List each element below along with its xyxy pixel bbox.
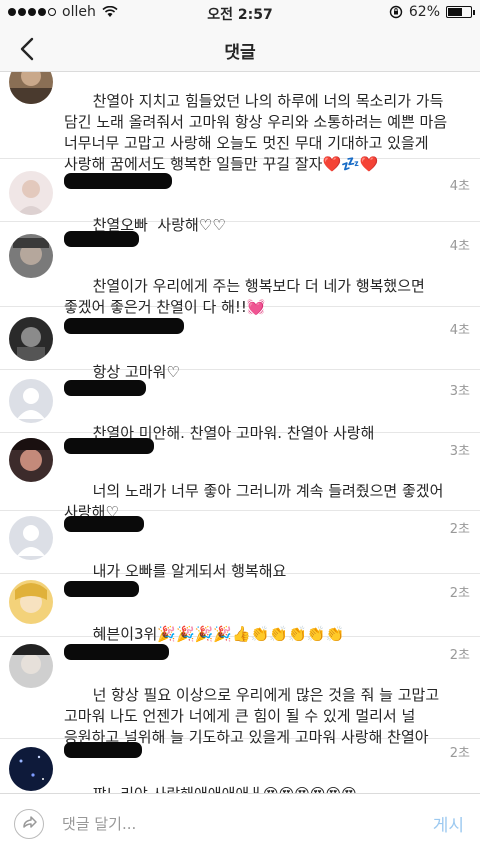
comment-text: 쨔뇨리야 사랑해애애애애ㅐ😍😍😍😍😍😍	[64, 763, 464, 793]
username-redacted[interactable]	[64, 438, 154, 454]
comment-time: 2초	[449, 746, 470, 761]
comment-item: 4초 찬열오빠 사랑해♡♡	[0, 160, 480, 234]
orientation-lock-icon	[389, 5, 403, 19]
comment-item: 3초 너의 노래가 너무 좋아 그러니까 계속 들려줬으면 좋겠어 사랑해♡	[0, 434, 480, 521]
page-title: 댓글	[224, 43, 256, 63]
comment-time: 3초	[449, 444, 470, 459]
comment-item: 2초 쨔뇨리야 사랑해애애애애ㅐ😍😍😍😍😍😍	[0, 740, 480, 793]
avatar[interactable]	[9, 317, 53, 361]
comment-time: 3초	[449, 384, 470, 399]
comment-body: 넌 항상 필요 이상으로 우리에게 많은 것을 줘 늘 고맙고 고마워 나도 언…	[64, 686, 444, 746]
battery-percent: 62%	[408, 4, 440, 20]
share-button[interactable]	[14, 809, 44, 839]
comment-time: 4초	[449, 179, 470, 194]
status-right: 62%	[389, 4, 475, 20]
comment-time: 4초	[449, 323, 470, 338]
avatar[interactable]	[9, 644, 53, 688]
comment-input[interactable]: 댓글 달기...	[62, 813, 136, 834]
nav-bar: 댓글	[0, 26, 480, 72]
share-arrow-icon	[23, 816, 37, 828]
comment-time: 4초	[449, 239, 470, 254]
comment-input-bar: 댓글 달기... 게시	[0, 793, 480, 853]
username-redacted[interactable]	[64, 173, 172, 189]
avatar[interactable]	[9, 379, 53, 423]
username-redacted[interactable]	[64, 581, 139, 597]
comment-time: 2초	[449, 522, 470, 537]
status-bar: olleh 오전 2:57 62%	[0, 0, 480, 26]
username-redacted[interactable]	[64, 742, 142, 758]
comment-list[interactable]: 찬열아 지치고 힘들었던 나의 하루에 너의 목소리가 가득 담긴 노래 올려줘…	[0, 72, 480, 793]
avatar[interactable]	[9, 234, 53, 278]
comment-emoji: 😍😍😍😍😍😍	[263, 784, 357, 793]
comment-item: 4초 항상 고마워♡	[0, 308, 480, 381]
username-redacted[interactable]	[64, 644, 169, 660]
avatar[interactable]	[9, 747, 53, 791]
username-redacted[interactable]	[64, 516, 144, 532]
comment-time: 2초	[449, 586, 470, 601]
battery-level	[448, 8, 462, 16]
avatar[interactable]	[9, 580, 53, 624]
comment-time: 2초	[449, 648, 470, 663]
comment-body: 쨔뇨리야 사랑해애애애애ㅐ	[93, 785, 263, 793]
avatar[interactable]	[9, 438, 53, 482]
comment-item: 4초 찬열이가 우리에게 주는 행복보다 더 네가 행복했으면 좋겠어 좋은거 …	[0, 223, 480, 316]
username-redacted[interactable]	[64, 380, 146, 396]
comment-item: 3초 찬열아 미안해. 찬열아 고마워. 찬열아 사랑해	[0, 371, 480, 442]
comment-item: 2초 혜븐이3위🎉🎉🎉🎉👍👏👏👏👏👏	[0, 575, 480, 643]
username-redacted[interactable]	[64, 318, 184, 334]
battery-icon	[446, 6, 475, 18]
avatar[interactable]	[9, 72, 53, 104]
username-redacted[interactable]	[64, 231, 139, 247]
comment-item: 2초 내가 오빠를 알게되서 행복해요	[0, 512, 480, 580]
comment-item: 2초 넌 항상 필요 이상으로 우리에게 많은 것을 줘 늘 고맙고 고마워 나…	[0, 638, 480, 746]
avatar[interactable]	[9, 516, 53, 560]
post-button[interactable]: 게시	[433, 811, 464, 836]
avatar[interactable]	[9, 171, 53, 215]
comment-item: 찬열아 지치고 힘들었던 나의 하루에 너의 목소리가 가득 담긴 노래 올려줘…	[0, 72, 480, 173]
